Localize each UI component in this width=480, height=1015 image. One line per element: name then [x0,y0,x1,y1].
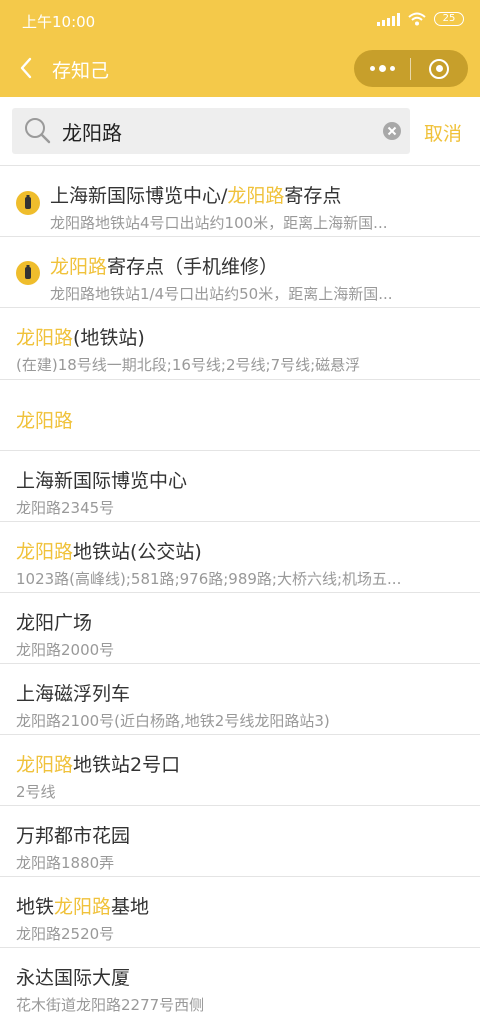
more-dot-icon [369,66,375,71]
more-dot-icon [389,66,395,71]
result-subtitle: 花木街道龙阳路2277号西侧 [16,996,205,1014]
status-time: 上午10:00 [22,13,96,31]
result-item[interactable]: 龙阳路地铁站(公交站) 1023路(高峰线);581路;976路;989路;大桥… [0,522,480,593]
result-item-storage[interactable]: 上海新国际博览中心/龙阳路寄存点 龙阳路地铁站4号口出站约100米，距离上海新国… [0,166,480,237]
close-program-button[interactable] [411,50,467,87]
result-item[interactable]: 永达国际大厦 花木街道龙阳路2277号西侧 [0,948,480,1014]
more-dot-icon [378,65,386,72]
storage-pin-icon [16,261,40,285]
result-title: 龙阳路 [16,410,74,432]
back-button[interactable] [16,54,38,82]
more-button[interactable] [354,50,410,87]
result-item[interactable]: 龙阳广场 龙阳路2000号 [0,593,480,664]
result-title: 上海磁浮列车 [16,683,131,705]
result-subtitle: 龙阳路1880弄 [16,854,115,872]
signal-icon [377,12,400,26]
search-bar: 取消 [0,97,480,166]
result-title: 龙阳路地铁站(公交站) [16,541,202,563]
result-subtitle: 龙阳路2520号 [16,925,115,943]
search-input[interactable] [62,118,382,144]
target-circle-icon [429,58,449,79]
result-title: 龙阳路寄存点（手机维修） [50,256,279,278]
results-list: 上海新国际博览中心/龙阳路寄存点 龙阳路地铁站4号口出站约100米，距离上海新国… [0,166,480,1014]
result-subtitle: 龙阳路2100号(近白杨路,地铁2号线龙阳路站3) [16,712,330,730]
result-subtitle: 1023路(高峰线);581路;976路;989路;大桥六线;机场五... [16,570,402,588]
result-title: 万邦都市花园 [16,825,131,847]
result-item[interactable]: 龙阳路 [0,380,480,451]
result-item[interactable]: 龙阳路地铁站2号口 2号线 [0,735,480,806]
result-subtitle: 龙阳路2345号 [16,499,115,517]
chevron-left-icon [20,57,32,79]
result-item-storage[interactable]: 龙阳路寄存点（手机维修） 龙阳路地铁站1/4号口出站约50米，距离上海新国... [0,237,480,308]
battery-icon: 25 [434,12,464,26]
close-icon [387,126,397,136]
search-icon [25,118,51,144]
result-item[interactable]: 万邦都市花园 龙阳路1880弄 [0,806,480,877]
page-title: 存知己 [52,60,110,82]
status-icons: 25 [377,12,464,26]
result-title: 上海新国际博览中心/龙阳路寄存点 [50,185,342,207]
mini-program-capsule [354,50,468,87]
result-item[interactable]: 上海磁浮列车 龙阳路2100号(近白杨路,地铁2号线龙阳路站3) [0,664,480,735]
result-title: 龙阳广场 [16,612,93,634]
storage-pin-icon [16,191,40,215]
result-item[interactable]: 龙阳路(地铁站) (在建)18号线一期北段;16号线;2号线;7号线;磁悬浮 [0,308,480,380]
search-box [12,108,410,154]
clear-search-button[interactable] [383,122,401,140]
result-title: 永达国际大厦 [16,967,131,989]
result-title: 上海新国际博览中心 [16,470,188,492]
result-subtitle: (在建)18号线一期北段;16号线;2号线;7号线;磁悬浮 [16,356,361,374]
status-bar: 上午10:00 25 [0,0,480,40]
result-title: 龙阳路地铁站2号口 [16,754,181,776]
result-subtitle: 龙阳路地铁站1/4号口出站约50米，距离上海新国... [50,285,393,303]
nav-bar: 存知己 [0,40,480,97]
result-subtitle: 龙阳路地铁站4号口出站约100米，距离上海新国... [50,214,388,232]
wifi-icon [408,12,426,26]
top-header: 上午10:00 25 存知己 [0,0,480,97]
result-subtitle: 2号线 [16,783,56,801]
result-title: 地铁龙阳路基地 [16,896,150,918]
result-title: 龙阳路(地铁站) [16,327,145,349]
cancel-button[interactable]: 取消 [424,119,462,146]
result-item[interactable]: 上海新国际博览中心 龙阳路2345号 [0,451,480,522]
result-subtitle: 龙阳路2000号 [16,641,115,659]
result-item[interactable]: 地铁龙阳路基地 龙阳路2520号 [0,877,480,948]
